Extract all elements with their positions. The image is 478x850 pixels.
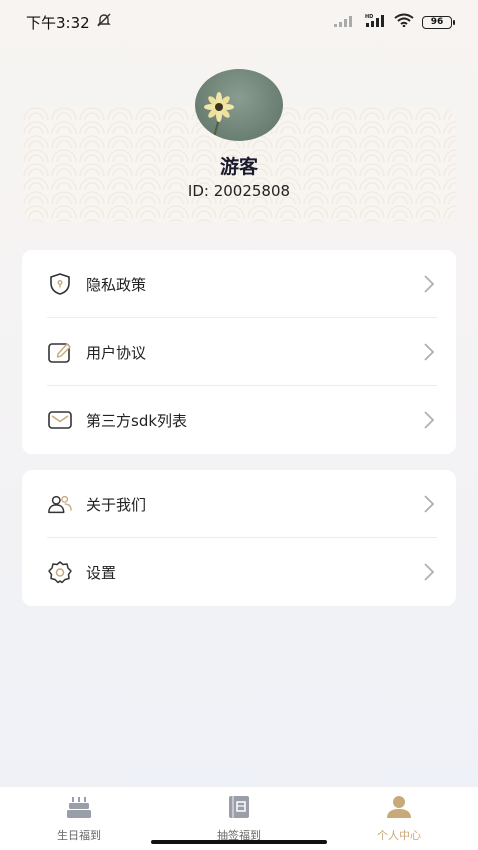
edit-document-icon [47, 339, 73, 365]
avatar[interactable] [195, 69, 283, 141]
battery-icon: 96 [422, 15, 455, 29]
chevron-right-icon [424, 495, 435, 513]
gear-icon [47, 559, 73, 585]
home-indicator[interactable] [151, 840, 327, 844]
menu-item-label: 第三方sdk列表 [86, 411, 188, 430]
tab-birthday[interactable]: 生日福到 [19, 787, 139, 847]
tab-fortune-draw[interactable]: 抽签福到 [179, 787, 299, 847]
menu-card-legal: 隐私政策 用户协议 第三方sdk列表 [22, 250, 456, 454]
bell-muted-icon [96, 12, 112, 32]
menu-item-label: 隐私政策 [86, 275, 147, 294]
tab-label: 个人中心 [377, 829, 421, 842]
menu-item-about-us[interactable]: 关于我们 [22, 470, 456, 538]
status-time: 下午3:32 [26, 13, 90, 32]
wifi-icon [394, 13, 414, 31]
status-right: HD 96 [334, 13, 455, 31]
status-bar: 下午3:32 HD 96 [0, 0, 478, 44]
chevron-right-icon [424, 275, 435, 293]
menu-item-label: 关于我们 [86, 495, 147, 514]
signal-hd-icon: HD [364, 13, 386, 31]
username: 游客 [219, 156, 258, 178]
user-id: ID: 20025808 [187, 182, 291, 200]
book-icon [226, 795, 252, 823]
chevron-right-icon [424, 343, 435, 361]
menu-item-privacy-policy[interactable]: 隐私政策 [22, 250, 456, 318]
cake-icon [66, 795, 92, 823]
menu-item-label: 设置 [86, 563, 117, 582]
menu-card-app: 关于我们 设置 [22, 470, 456, 606]
shield-icon [47, 271, 73, 297]
tab-label: 生日福到 [57, 829, 101, 842]
menu-item-third-party-sdk[interactable]: 第三方sdk列表 [22, 386, 456, 454]
status-left: 下午3:32 [26, 12, 112, 33]
svg-text:HD: HD [365, 14, 373, 20]
chevron-right-icon [424, 411, 435, 429]
flower-avatar-image [204, 92, 234, 141]
menu-item-label: 用户协议 [86, 343, 147, 362]
users-icon [47, 491, 73, 517]
menu-item-settings[interactable]: 设置 [22, 538, 456, 606]
chevron-right-icon [424, 563, 435, 581]
person-icon [385, 795, 413, 823]
tab-profile[interactable]: 个人中心 [339, 787, 459, 847]
signal-weak-icon [334, 13, 356, 31]
menu-item-user-agreement[interactable]: 用户协议 [22, 318, 456, 386]
mail-icon [47, 407, 73, 433]
